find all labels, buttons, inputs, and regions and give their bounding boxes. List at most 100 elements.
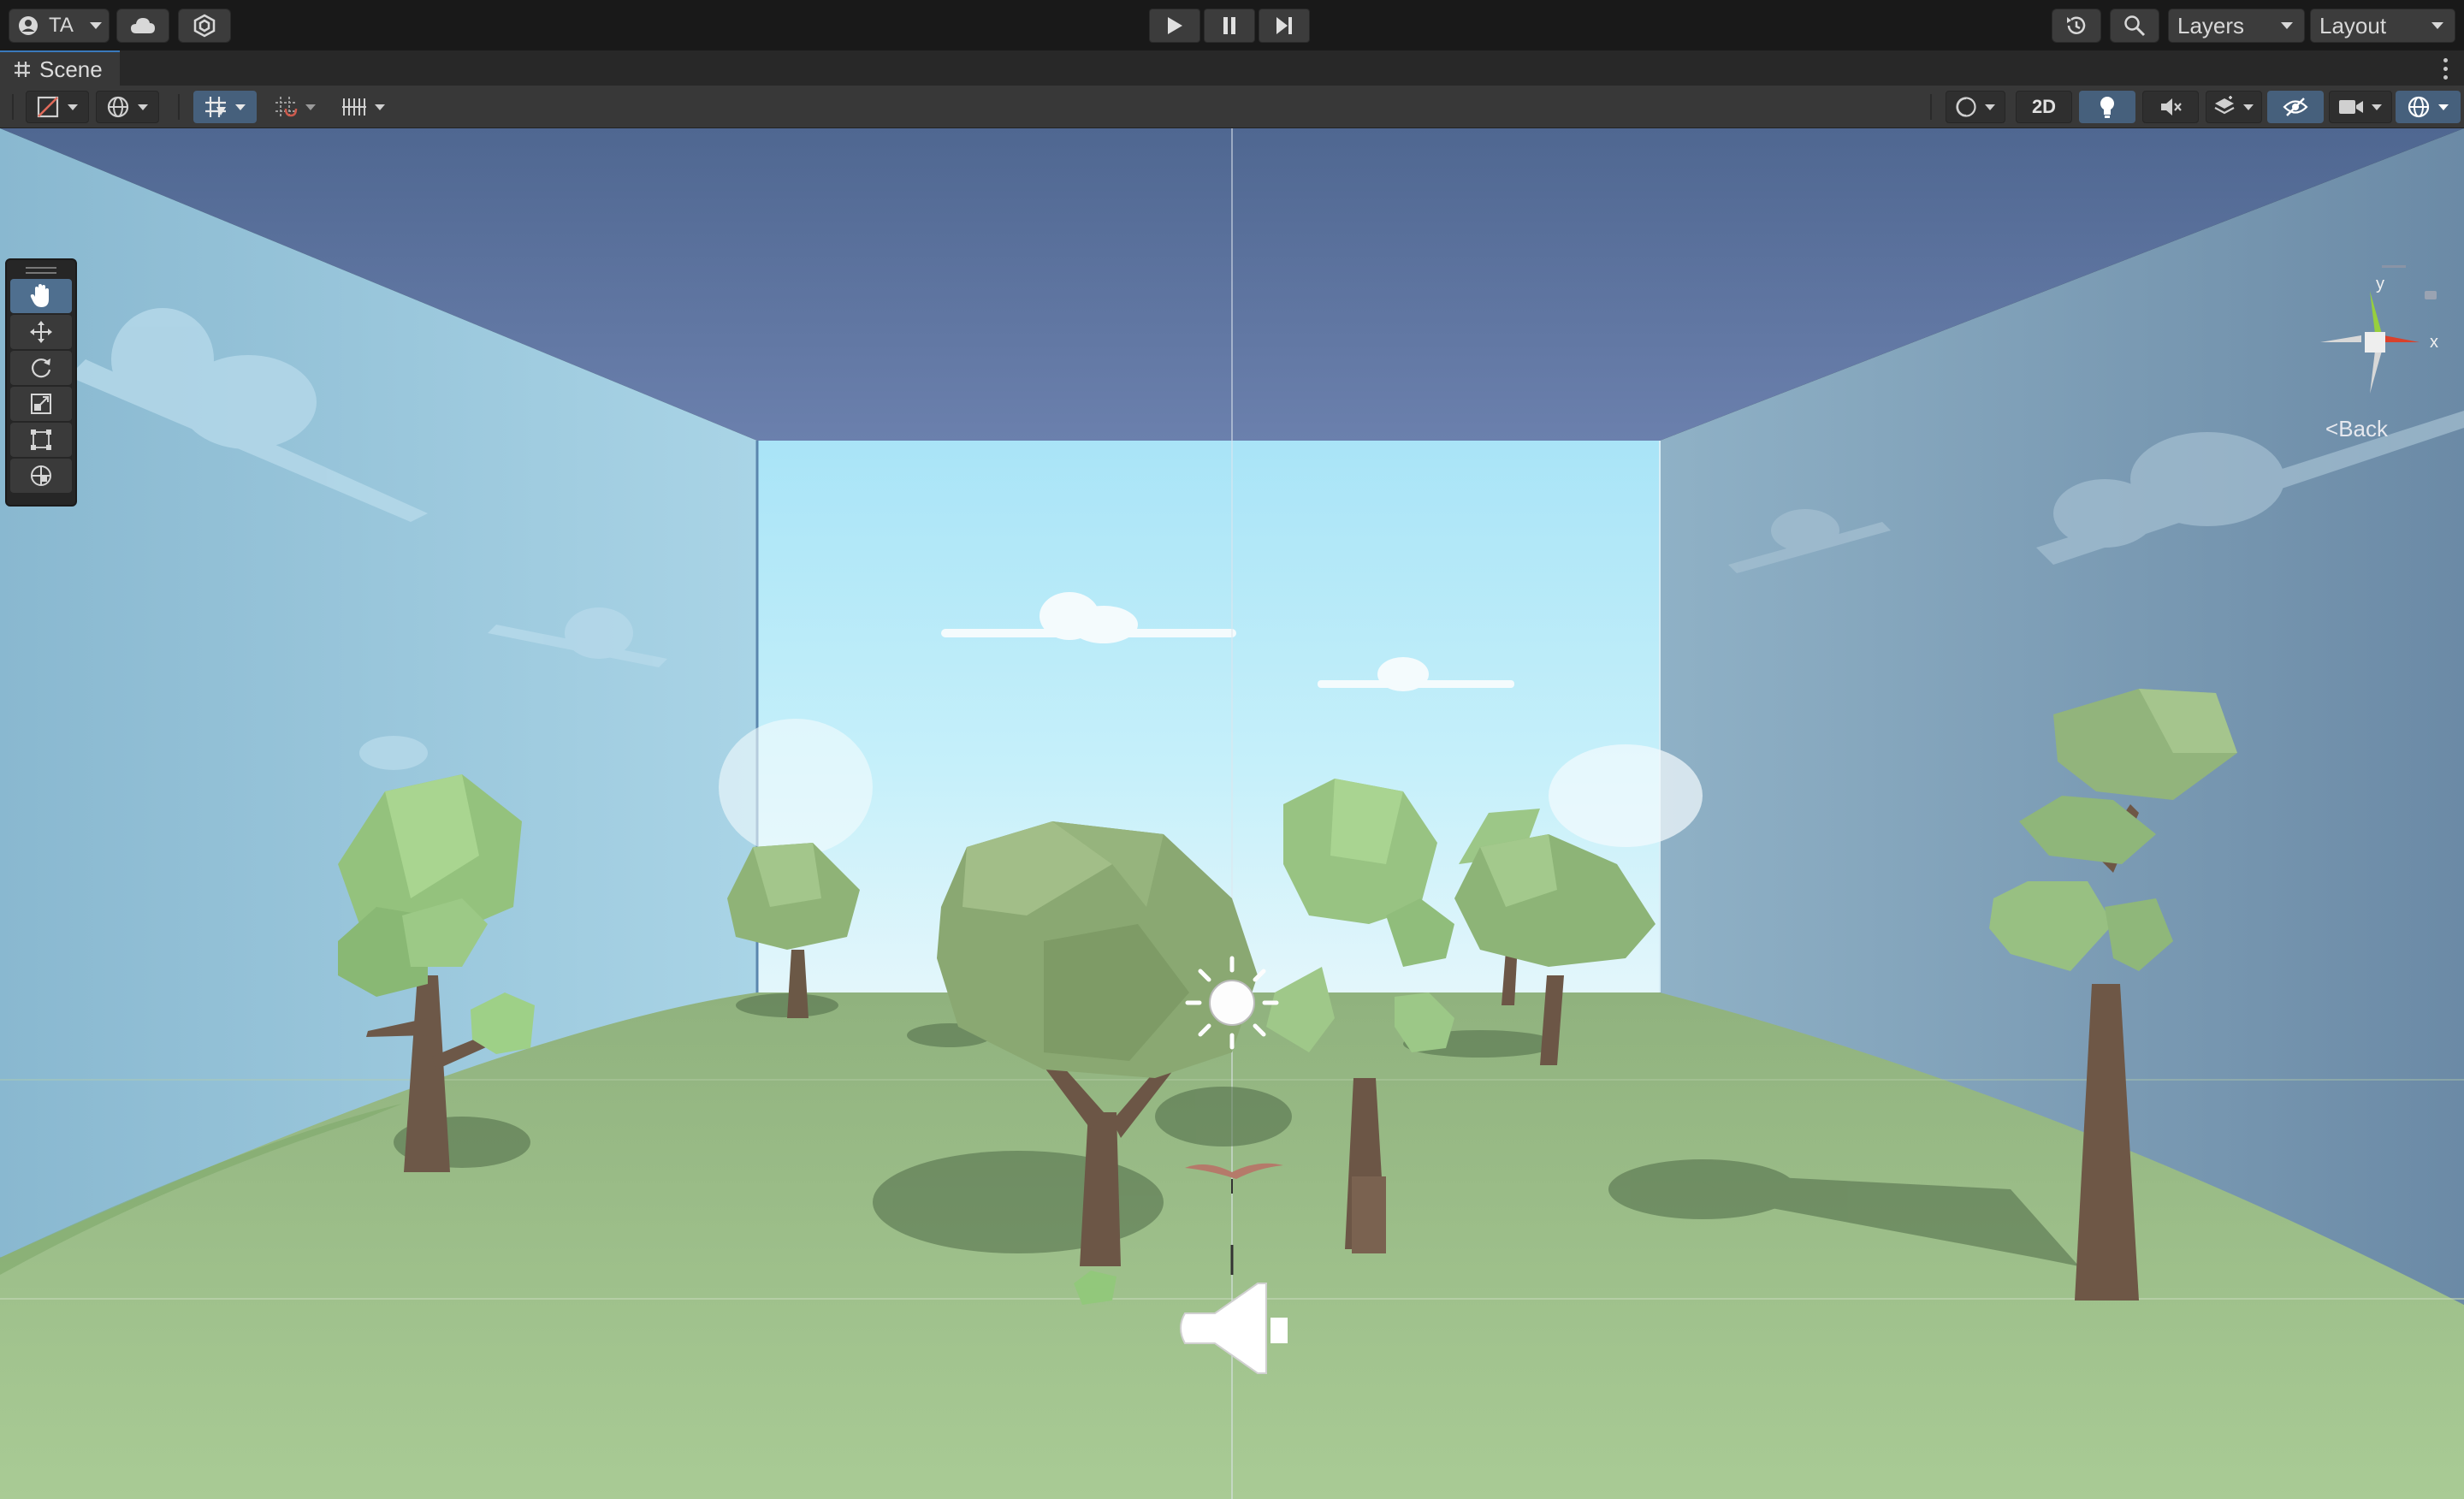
scale-icon — [31, 394, 51, 414]
gizmo-y-axis[interactable] — [2370, 291, 2382, 334]
orientation-gizmo[interactable]: y x — [2310, 257, 2464, 402]
draw-mode-dropdown[interactable] — [26, 91, 89, 123]
transform-icon — [31, 465, 51, 486]
chevron-down-icon — [2243, 104, 2254, 110]
view-tool-button[interactable] — [10, 279, 72, 313]
tab-scene[interactable]: Scene — [0, 50, 120, 86]
grid-visibility-toggle[interactable] — [193, 91, 257, 123]
layout-dropdown[interactable]: Layout — [2310, 9, 2455, 43]
step-icon — [1276, 17, 1292, 34]
gizmo-x-axis[interactable] — [2384, 335, 2420, 342]
scene-render — [0, 128, 2464, 1499]
play-icon — [1168, 17, 1182, 34]
cloud-button[interactable] — [116, 9, 169, 43]
grid-snapping-toggle[interactable] — [265, 91, 325, 123]
layers-label: Layers — [2177, 12, 2245, 39]
scene-view-toolbar: 2D — [0, 86, 2464, 128]
chevron-down-icon — [2438, 104, 2449, 110]
hidden-eye-icon — [2283, 98, 2308, 116]
chevron-down-icon — [68, 104, 78, 110]
kebab-dot — [2443, 66, 2448, 71]
chevron-down-icon — [1985, 104, 1995, 110]
lighting-toggle[interactable] — [2079, 91, 2135, 123]
playmode-controls — [1149, 9, 1310, 43]
scene-grid-icon — [15, 62, 30, 77]
audio-toggle[interactable] — [2142, 91, 2199, 123]
grid-snap-icon — [275, 97, 298, 117]
back-label: Back — [2338, 416, 2388, 441]
draw-mode-icon — [37, 96, 59, 118]
gizmo-y-label: y — [2376, 275, 2384, 293]
rotate-tool-button[interactable] — [10, 351, 72, 385]
globe-icon — [107, 96, 129, 118]
account-icon — [19, 16, 38, 35]
toolbar-separator — [1930, 94, 1932, 120]
rotate-icon — [32, 358, 51, 378]
grid-icon — [205, 97, 226, 117]
overlay-grip[interactable] — [10, 264, 72, 277]
move-tool-button[interactable] — [10, 315, 72, 349]
shading-sphere-icon — [1956, 97, 1976, 117]
kebab-dot — [2443, 74, 2448, 80]
chevron-down-icon — [2431, 22, 2443, 29]
audio-muted-icon — [2161, 98, 2182, 116]
chevron-down-icon — [89, 22, 102, 29]
effects-dropdown[interactable] — [2206, 91, 2262, 123]
pause-icon — [1223, 17, 1235, 34]
toolbar-separator — [178, 94, 180, 120]
step-button[interactable] — [1259, 9, 1310, 43]
cloud-icon — [131, 18, 155, 33]
tab-bar: Scene — [0, 50, 2464, 86]
lock-icon — [2425, 291, 2437, 299]
play-button[interactable] — [1149, 9, 1200, 43]
gizmo-globe-icon — [2408, 96, 2430, 118]
chevron-down-icon — [305, 104, 316, 110]
render-mode-dropdown[interactable] — [96, 91, 159, 123]
hand-icon — [30, 284, 49, 307]
rect-transform-icon — [31, 430, 51, 450]
back-chevron-icon: < — [2325, 416, 2339, 441]
gizmo-center[interactable] — [2365, 332, 2385, 353]
gizmo-neg-y-axis[interactable] — [2370, 351, 2382, 394]
collaborate-icon — [193, 14, 216, 38]
effects-layers-icon — [2214, 96, 2235, 115]
account-dropdown[interactable]: TA — [9, 9, 110, 43]
chevron-down-icon — [2372, 104, 2382, 110]
rect-tool-button[interactable] — [10, 423, 72, 457]
camera-settings-dropdown[interactable] — [2329, 91, 2392, 123]
toolbar-separator — [12, 94, 14, 120]
camera-mode-dropdown[interactable] — [1946, 91, 2005, 123]
toggle-2d-button[interactable]: 2D — [2016, 91, 2072, 123]
scene-viewport[interactable]: y x <Back — [0, 128, 2464, 1499]
chevron-down-icon — [375, 104, 385, 110]
lightbulb-icon — [2100, 97, 2114, 118]
increment-snapping-toggle[interactable] — [332, 91, 395, 123]
video-camera-icon — [2339, 100, 2363, 114]
search-icon — [2124, 15, 2146, 37]
gizmos-dropdown[interactable] — [2396, 91, 2461, 123]
gizmo-neg-x-axis[interactable] — [2320, 335, 2361, 342]
2d-label: 2D — [2031, 96, 2057, 117]
search-button[interactable] — [2110, 9, 2159, 43]
layout-label: Layout — [2319, 12, 2387, 39]
gizmo-view-label[interactable]: <Back — [2325, 416, 2388, 442]
pause-button[interactable] — [1204, 9, 1255, 43]
history-icon — [2067, 16, 2086, 34]
undo-history-button[interactable] — [2052, 9, 2101, 43]
scene-tab-label: Scene — [39, 56, 103, 82]
account-label: TA — [49, 14, 74, 37]
main-toolbar: TA Layers Layout — [0, 0, 2464, 50]
gizmo-x-label: x — [2430, 333, 2438, 352]
transform-tool-button[interactable] — [10, 459, 72, 493]
ruler-icon — [342, 98, 366, 116]
scale-tool-button[interactable] — [10, 387, 72, 421]
chevron-down-icon — [2281, 22, 2293, 29]
scene-visibility-toggle[interactable] — [2267, 91, 2324, 123]
tab-options-menu[interactable] — [2438, 56, 2452, 81]
chevron-down-icon — [138, 104, 148, 110]
tools-overlay — [5, 258, 77, 507]
directional-light-icon — [1185, 956, 1279, 1050]
collaborate-button[interactable] — [178, 9, 231, 43]
layers-dropdown[interactable]: Layers — [2168, 9, 2305, 43]
chevron-down-icon — [235, 104, 246, 110]
